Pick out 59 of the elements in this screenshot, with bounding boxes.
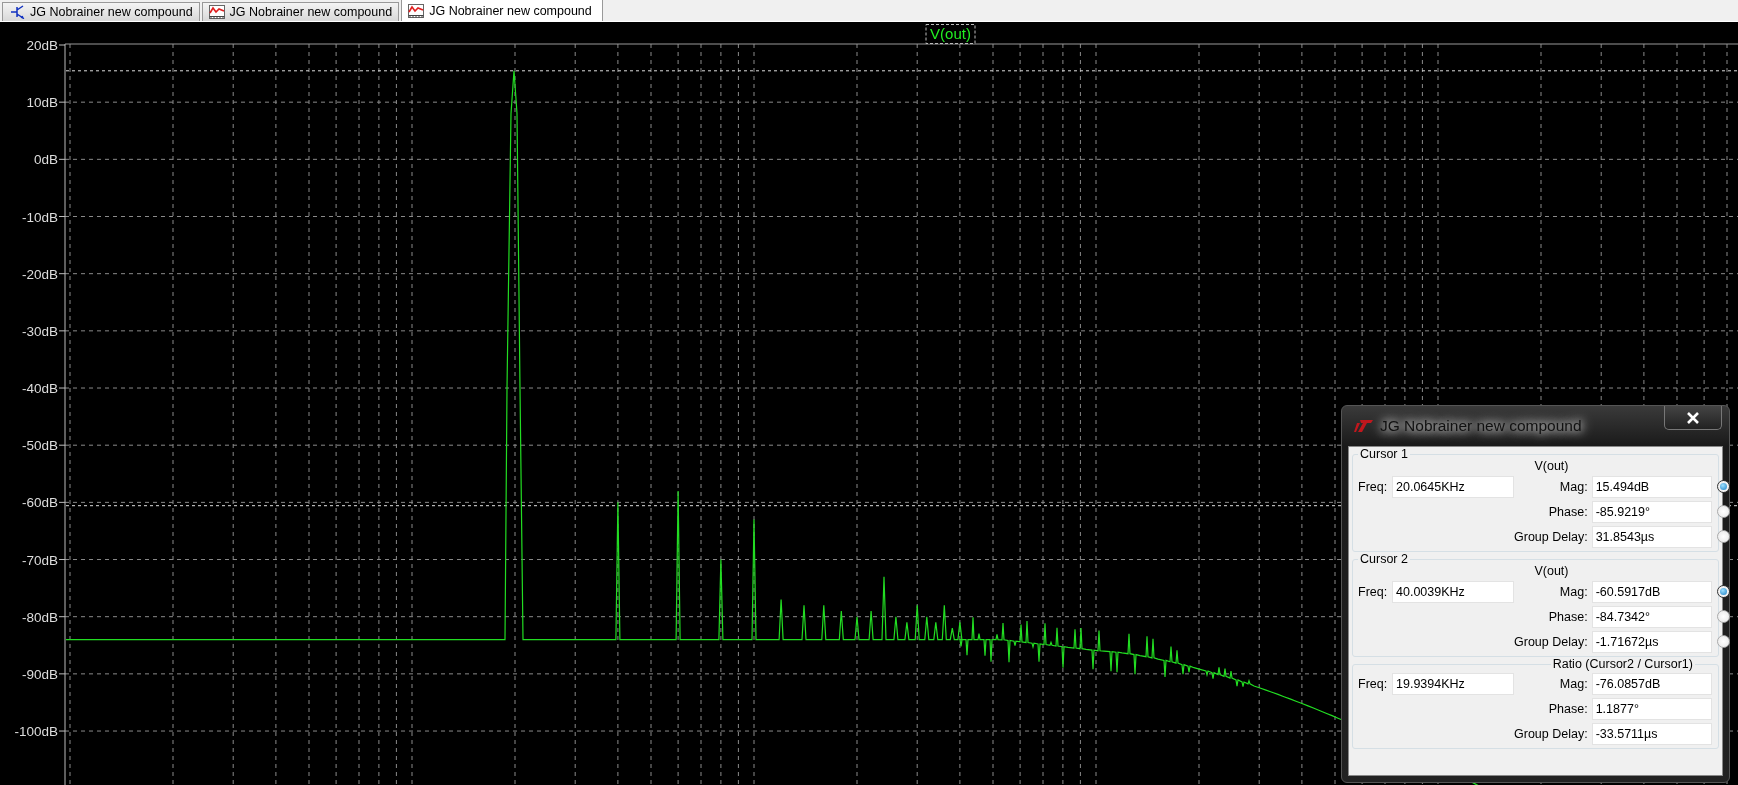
- field-label: Freq:: [1358, 676, 1389, 691]
- field-label: Mag:: [1558, 584, 1589, 599]
- axis-label: -90dB: [21, 666, 58, 682]
- freq-field[interactable]: 40.0039KHz: [1392, 580, 1514, 603]
- radio-button[interactable]: [1717, 610, 1731, 623]
- freq-field[interactable]: 19.9394KHz: [1392, 672, 1514, 695]
- radio-button[interactable]: [1717, 505, 1731, 518]
- field-label: Phase:: [1547, 701, 1589, 716]
- group-heading: Cursor 2: [1359, 552, 1409, 566]
- value-field[interactable]: -85.9219°: [1591, 500, 1712, 523]
- chart-icon: [208, 5, 225, 19]
- radio-button[interactable]: [1717, 635, 1731, 648]
- axis-label: -20dB: [21, 266, 58, 282]
- axis-label: 0dB: [33, 152, 58, 168]
- field-label: Freq:: [1358, 584, 1389, 599]
- axis-label: 20dB: [26, 38, 58, 53]
- field-label: Group Delay:: [1514, 634, 1589, 649]
- axis-label: -80dB: [21, 609, 58, 625]
- value-field[interactable]: -84.7342°: [1591, 605, 1712, 628]
- group-heading: Ratio (Cursor2 / Cursor1): [1551, 657, 1694, 671]
- axis-label: -100dB: [14, 724, 58, 740]
- axis-label: -10dB: [21, 209, 58, 225]
- value-field[interactable]: -33.5711µs: [1591, 722, 1712, 745]
- axis-label: -60dB: [21, 495, 58, 511]
- value-field[interactable]: -76.0857dB: [1591, 672, 1712, 695]
- axis-label: -50dB: [21, 438, 58, 454]
- value-field[interactable]: 1.1877°: [1591, 697, 1712, 720]
- field-label: Phase:: [1547, 504, 1589, 519]
- field-label: Freq:: [1358, 479, 1389, 494]
- freq-field[interactable]: 20.0645KHz: [1392, 475, 1514, 498]
- field-label: Mag:: [1558, 676, 1589, 691]
- axis-label: -40dB: [21, 381, 58, 396]
- group-heading: Cursor 1: [1359, 447, 1409, 461]
- tab[interactable]: JG Nobrainer new compound: [2, 2, 200, 21]
- axis-label: -70dB: [21, 552, 58, 568]
- tab[interactable]: JG Nobrainer new compound: [401, 0, 603, 21]
- dialog-title: JG Nobrainer new compound: [1380, 417, 1585, 435]
- trace-name: V(out): [1533, 564, 1570, 578]
- field-label: Phase:: [1547, 609, 1589, 624]
- close-button[interactable]: [1664, 406, 1722, 430]
- value-field[interactable]: 31.8543µs: [1591, 525, 1712, 548]
- chart-icon: [408, 3, 425, 18]
- trace-label[interactable]: V(out): [925, 24, 976, 44]
- radio-button[interactable]: [1717, 530, 1731, 543]
- radio-button[interactable]: [1717, 585, 1731, 598]
- logo-icon: [1354, 419, 1374, 433]
- trace-name: V(out): [1533, 459, 1570, 473]
- radio-button[interactable]: [1717, 480, 1731, 493]
- transistor-icon: [9, 5, 25, 19]
- tab[interactable]: JG Nobrainer new compound: [201, 2, 400, 21]
- value-field[interactable]: 15.494dB: [1591, 475, 1712, 498]
- axis-label: -30dB: [21, 323, 58, 339]
- value-field[interactable]: -1.71672µs: [1591, 630, 1712, 653]
- field-label: Mag:: [1558, 479, 1589, 494]
- field-label: Group Delay:: [1514, 726, 1589, 741]
- axis-label: 10dB: [26, 95, 58, 111]
- field-label: Group Delay:: [1514, 529, 1589, 544]
- close-icon: [1686, 410, 1700, 425]
- value-field[interactable]: -60.5917dB: [1591, 580, 1712, 603]
